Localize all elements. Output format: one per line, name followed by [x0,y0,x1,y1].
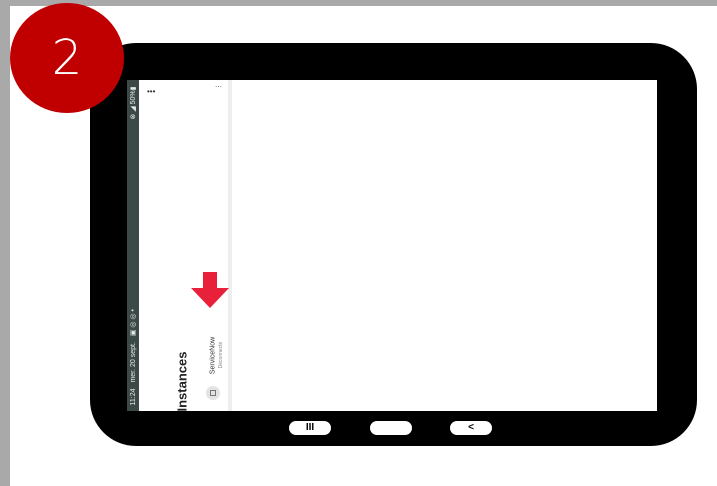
server-icon [206,386,220,400]
instance-status: Déconnecté [218,341,224,369]
panel-title: Instances [174,351,190,411]
status-left-icons: ▣ ◎ ◎ • [130,308,137,336]
instance-list-item[interactable]: ServiceNow Déconnecté [199,330,227,406]
status-bar: 11:24 mer. 20 sept. ▣ ◎ ◎ • ⊗ ◢ 50%▮ [127,80,139,411]
arrow-down-icon [191,272,229,308]
overflow-menu-icon[interactable]: ⋯ [215,83,222,91]
home-button[interactable] [370,421,412,435]
instance-name: ServiceNow [209,336,217,375]
status-battery: ⊗ ◢ 50%▮ [130,86,137,120]
instances-panel: ••• ⋯ Instances ServiceNow Déconnecté [139,80,232,411]
step-number-badge: 2 [10,3,124,113]
tablet-screen: 11:24 mer. 20 sept. ▣ ◎ ◎ • ⊗ ◢ 50%▮ •••… [127,80,657,411]
more-options-icon[interactable]: ••• [147,87,155,96]
back-button[interactable]: < [450,421,492,435]
recent-apps-button[interactable]: III [289,421,331,435]
status-date: mer. 20 sept. [130,341,137,383]
status-time: 11:24 [130,388,137,405]
